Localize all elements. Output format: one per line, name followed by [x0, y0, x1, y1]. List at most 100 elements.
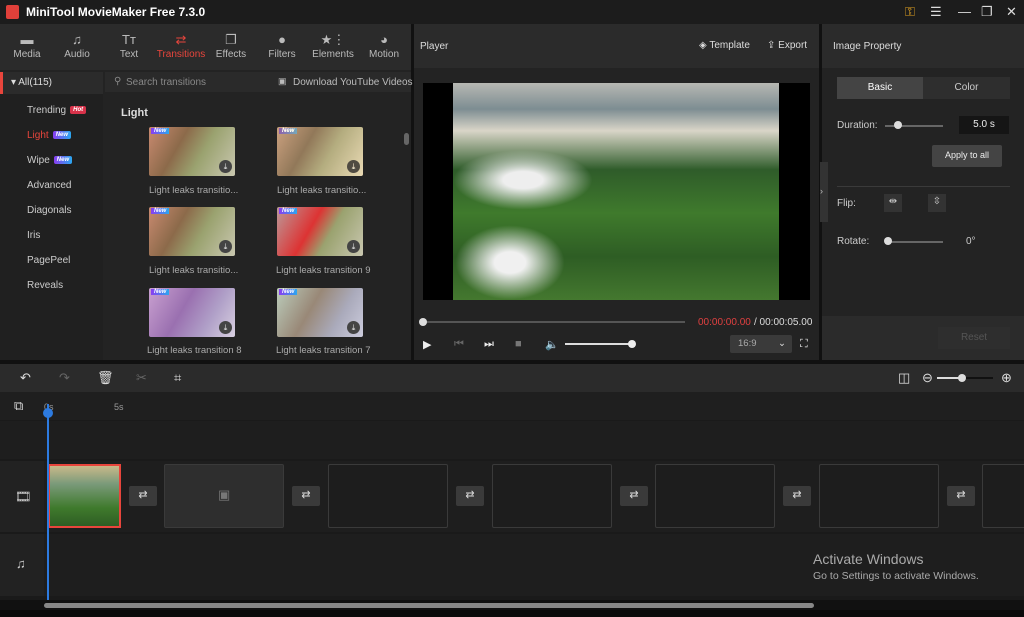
transition-item[interactable]: New ⤓ [149, 207, 235, 256]
clip-placeholder[interactable] [655, 464, 775, 528]
playhead[interactable] [47, 404, 49, 600]
export-button[interactable]: ⇪ Export [767, 40, 807, 51]
close-button[interactable]: ✕ [1006, 4, 1017, 20]
transition-item[interactable]: New ⤓ [277, 288, 363, 337]
delete-icon[interactable]: 🗑 [97, 370, 114, 386]
stop-button[interactable]: ■ [515, 338, 522, 350]
download-icon[interactable]: ⤓ [219, 240, 232, 253]
volume-icon[interactable]: 🔈 [545, 338, 559, 351]
minimize-button[interactable]: — [958, 4, 971, 19]
transition-slot-icon[interactable]: ⇄ [783, 486, 811, 506]
transition-item[interactable]: New ⤓ [277, 127, 363, 176]
transition-item[interactable]: New ⤓ [149, 288, 235, 337]
transition-slot-icon[interactable]: ⇄ [620, 486, 648, 506]
tab-audio[interactable]: ♫ Audio [52, 24, 102, 70]
tab-color[interactable]: Color [923, 77, 1010, 99]
redo-icon[interactable]: ↷ [59, 370, 70, 386]
tab-motion[interactable]: ◕ Motion [359, 24, 409, 70]
tab-transitions[interactable]: ⇄ Transitions [152, 24, 210, 70]
flip-horizontal-icon[interactable]: ⇹ [884, 194, 902, 212]
zoom-in-icon[interactable]: ⊕ [1001, 370, 1012, 386]
transition-slot-icon[interactable]: ⇄ [129, 486, 157, 506]
archive-icon: ▣ [218, 487, 231, 502]
zoom-out-icon[interactable]: ⊖ [922, 370, 933, 386]
tab-effects[interactable]: ❐ Effects [206, 24, 256, 70]
menu-icon[interactable]: ☰ [930, 4, 942, 20]
key-icon[interactable]: ⚿ [905, 4, 915, 20]
tab-media[interactable]: ▬ Media [2, 24, 52, 70]
flip-vertical-icon[interactable]: ⇳ [928, 194, 946, 212]
music-track-icon: ♫ [16, 556, 26, 571]
add-track-icon[interactable]: ⧉ [14, 398, 23, 414]
taskbar-edge [0, 610, 1024, 617]
transition-item[interactable]: New ⤓ [277, 207, 363, 256]
transition-slot-icon[interactable]: ⇄ [292, 486, 320, 506]
seek-handle[interactable] [419, 318, 427, 326]
effects-icon: ❐ [225, 32, 237, 47]
app-logo-icon [6, 5, 19, 19]
download-icon[interactable]: ⤓ [347, 240, 360, 253]
category-light[interactable]: Light New [27, 130, 72, 141]
transition-thumbnail: New ⤓ [149, 207, 235, 256]
timeline-clip[interactable] [48, 464, 121, 528]
next-frame-button[interactable]: ⏭ [484, 338, 494, 351]
clip-placeholder-selected[interactable]: ▣ [164, 464, 284, 528]
transition-label: Light leaks transitio... [149, 185, 239, 196]
download-icon[interactable]: ⤓ [219, 160, 232, 173]
library-scrollbar[interactable] [404, 133, 409, 145]
category-diagonals[interactable]: Diagonals [27, 205, 71, 216]
timeline-zoom-handle[interactable] [958, 374, 966, 382]
category-trending[interactable]: Trending Hot [27, 105, 87, 116]
aspect-ratio-select[interactable]: 16:9 ⌄ [730, 335, 792, 353]
transition-label: Light leaks transitio... [277, 185, 367, 196]
clip-placeholder[interactable] [819, 464, 939, 528]
fit-timeline-icon[interactable]: ◫ [898, 370, 910, 386]
transition-item[interactable]: New ⤓ [149, 127, 235, 176]
clip-placeholder[interactable] [982, 464, 1024, 528]
play-button[interactable]: ▶ [423, 338, 431, 351]
duration-label: Duration: [837, 120, 878, 131]
template-button[interactable]: ◈ Template [699, 40, 750, 51]
reset-button[interactable]: Reset [938, 327, 1010, 349]
text-icon: Tт [122, 32, 136, 47]
motion-icon: ◕ [380, 32, 388, 47]
undo-icon[interactable]: ↶ [20, 370, 31, 386]
activate-windows-watermark: Activate Windows [813, 551, 924, 567]
transition-slot-icon[interactable]: ⇄ [947, 486, 975, 506]
category-wipe[interactable]: Wipe New [27, 155, 73, 166]
clip-placeholder[interactable] [492, 464, 612, 528]
category-reveals[interactable]: Reveals [27, 280, 63, 291]
previous-frame-button[interactable]: ⏮ [454, 338, 464, 351]
category-iris[interactable]: Iris [27, 230, 40, 241]
playhead-handle[interactable] [43, 408, 53, 418]
download-icon[interactable]: ⤓ [347, 321, 360, 334]
seek-bar[interactable] [423, 321, 685, 323]
property-title: Image Property [833, 41, 902, 52]
crop-icon[interactable]: ⌗ [174, 370, 181, 386]
transition-slot-icon[interactable]: ⇄ [456, 486, 484, 506]
category-pagepeel[interactable]: PagePeel [27, 255, 70, 266]
duration-handle[interactable] [894, 121, 902, 129]
fullscreen-icon[interactable]: ⛶ [800, 338, 808, 351]
category-advanced[interactable]: Advanced [27, 180, 71, 191]
category-all[interactable]: ▾ All(115) [0, 72, 103, 94]
tab-filters[interactable]: ● Filters [257, 24, 307, 70]
duration-input[interactable]: 5.0 s [959, 116, 1009, 134]
collapse-panel-button[interactable]: › [820, 162, 828, 222]
clip-placeholder[interactable] [328, 464, 448, 528]
tab-basic[interactable]: Basic [837, 77, 923, 99]
restore-button[interactable]: ❐ [981, 4, 993, 20]
rotate-handle[interactable] [884, 237, 892, 245]
download-youtube-link[interactable]: Download YouTube Videos [293, 77, 413, 88]
download-icon[interactable]: ⤓ [347, 160, 360, 173]
split-icon[interactable]: ✂ [136, 370, 147, 386]
app-title: MiniTool MovieMaker Free 7.3.0 [26, 5, 206, 19]
volume-slider[interactable] [565, 343, 632, 345]
tab-text[interactable]: Tт Text [104, 24, 154, 70]
tab-elements[interactable]: ★⋮ Elements [308, 24, 358, 70]
download-icon[interactable]: ⤓ [219, 321, 232, 334]
rotate-slider[interactable] [885, 241, 943, 243]
volume-handle[interactable] [628, 340, 636, 348]
apply-to-all-button[interactable]: Apply to all [932, 145, 1002, 167]
timeline-scrollbar[interactable] [44, 603, 814, 608]
